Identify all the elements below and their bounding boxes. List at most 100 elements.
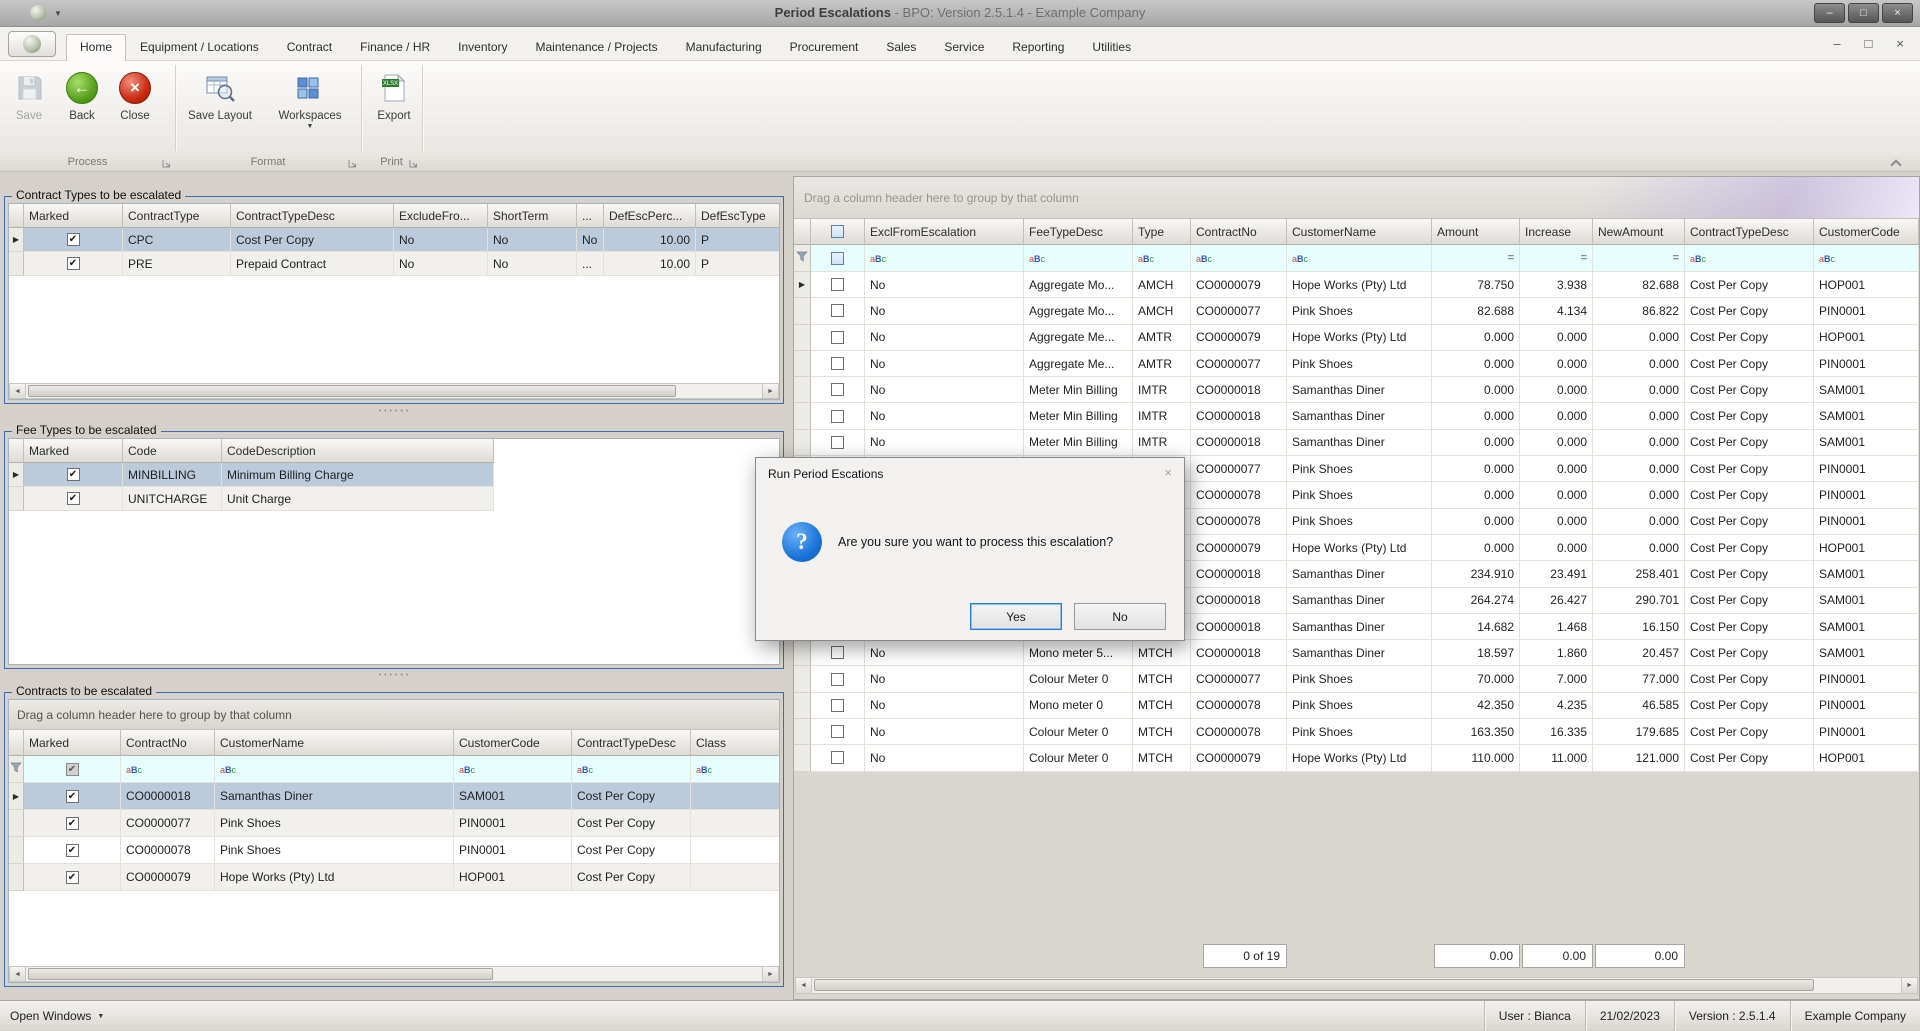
fee-type-row[interactable]: ▶✔MINBILLINGMinimum Billing Charge [9, 463, 494, 487]
cell-select[interactable] [811, 719, 865, 745]
filter-cell-select[interactable] [811, 245, 865, 272]
filter-cell-customername[interactable]: aBc [215, 756, 454, 783]
filter-cell-contracttypedesc[interactable]: aBc [1685, 245, 1814, 272]
open-windows-button[interactable]: Open Windows ▼ [10, 1001, 104, 1031]
checkbox-off[interactable] [831, 410, 844, 423]
contracts-hscrollbar[interactable]: ◄► [9, 966, 779, 982]
horizontal-splitter-grip[interactable]: •••••• [330, 672, 460, 679]
column-header-code[interactable]: Code [123, 439, 222, 463]
checkbox-off[interactable] [831, 357, 844, 370]
filter-cell-type[interactable]: aBc [1133, 245, 1191, 272]
filter-funnel-icon[interactable] [796, 251, 808, 265]
tab-reporting[interactable]: Reporting [998, 34, 1078, 61]
cell-marked[interactable]: ✔ [24, 487, 123, 511]
column-header-shortterm[interactable]: ShortTerm [488, 204, 577, 228]
tab-utilities[interactable]: Utilities [1078, 34, 1145, 61]
cell-marked[interactable]: ✔ [24, 864, 121, 891]
column-header-select-all[interactable] [811, 219, 865, 245]
mdi-minimize-button[interactable]: – [1833, 36, 1840, 51]
text-filter-icon[interactable]: aBc [1292, 251, 1308, 265]
back-button[interactable]: ← Back [58, 66, 106, 150]
tab-service[interactable]: Service [930, 34, 998, 61]
checkbox-on[interactable]: ✔ [66, 844, 79, 857]
escalation-row[interactable]: NoColour Meter 0MTCHCO0000079Hope Works … [794, 745, 1919, 771]
cell-marked[interactable]: ✔ [24, 783, 121, 810]
column-header-contractno[interactable]: ContractNo [1191, 219, 1287, 245]
cell-select[interactable] [811, 745, 865, 771]
column-header-contracttypedesc[interactable]: ContractTypeDesc [231, 204, 394, 228]
close-button[interactable]: × Close [110, 66, 160, 150]
checkbox-off[interactable] [831, 278, 844, 291]
cell-select[interactable] [811, 377, 865, 403]
filter-funnel-icon[interactable] [10, 762, 22, 776]
text-filter-icon[interactable]: aBc [220, 762, 236, 776]
mdi-restore-button[interactable]: □ [1865, 36, 1873, 51]
cell-select[interactable] [811, 693, 865, 719]
filter-cell-increase[interactable]: = [1520, 245, 1593, 272]
checkbox-on[interactable]: ✔ [66, 790, 79, 803]
text-filter-icon[interactable]: aBc [1196, 251, 1212, 265]
checkbox-off[interactable] [831, 331, 844, 344]
checkbox-on[interactable]: ✔ [67, 468, 80, 481]
tab-equipment-locations[interactable]: Equipment / Locations [126, 34, 273, 61]
checkbox-off[interactable] [831, 751, 844, 764]
contract-type-row[interactable]: ✔PREPrepaid ContractNoNo...10.00P [9, 252, 780, 276]
export-button[interactable]: XLSX Export [368, 66, 420, 150]
column-header-col[interactable]: ... [577, 204, 604, 228]
checkbox-on[interactable]: ✔ [67, 257, 80, 270]
fee-type-row[interactable]: ✔UNITCHARGEUnit Charge [9, 487, 494, 511]
column-header-customercode[interactable]: CustomerCode [454, 730, 572, 756]
checkbox-gray[interactable]: ✔ [66, 763, 79, 776]
filter-cell-exclfromescalation[interactable]: aBc [865, 245, 1024, 272]
numeric-filter-icon[interactable]: = [1673, 252, 1679, 264]
contract-types-hscrollbar[interactable]: ◄► [9, 383, 779, 399]
escalation-groupby-bar[interactable]: Drag a column header here to group by th… [794, 177, 1919, 219]
filter-cell-customercode[interactable]: aBc [1814, 245, 1919, 272]
cell-marked[interactable]: ✔ [24, 228, 123, 252]
scroll-left-icon[interactable]: ◄ [796, 978, 812, 993]
escalation-row[interactable]: NoMeter Min BillingIMTRCO0000018Samantha… [794, 377, 1919, 403]
scroll-thumb[interactable] [28, 385, 676, 397]
checkbox-off[interactable] [831, 304, 844, 317]
cell-select[interactable] [811, 351, 865, 377]
numeric-filter-icon[interactable]: = [1581, 252, 1587, 264]
tab-home[interactable]: Home [66, 34, 126, 61]
window-minimize-button[interactable]: – [1814, 3, 1845, 23]
column-header-contracttypedesc[interactable]: ContractTypeDesc [1685, 219, 1814, 245]
workspaces-dropdown-caret-icon[interactable]: ▼ [307, 123, 314, 130]
checkbox-off[interactable] [831, 725, 844, 738]
horizontal-splitter-grip[interactable]: •••••• [330, 408, 460, 415]
column-header-increase[interactable]: Increase [1520, 219, 1593, 245]
tab-procurement[interactable]: Procurement [776, 34, 873, 61]
cell-select[interactable] [811, 325, 865, 351]
filter-cell-contractno[interactable]: aBc [121, 756, 215, 783]
escalation-row[interactable]: NoMono meter 0MTCHCO0000078Pink Shoes42.… [794, 693, 1919, 719]
filter-cell-customername[interactable]: aBc [1287, 245, 1432, 272]
checkbox-blue[interactable] [831, 225, 844, 238]
column-header-defesctype[interactable]: DefEscType [696, 204, 780, 228]
checkbox-on[interactable]: ✔ [67, 492, 80, 505]
tab-contract[interactable]: Contract [273, 34, 346, 61]
scroll-thumb[interactable] [28, 968, 493, 980]
text-filter-icon[interactable]: aBc [696, 762, 712, 776]
text-filter-icon[interactable]: aBc [1690, 251, 1706, 265]
column-header-contracttype[interactable]: ContractType [123, 204, 231, 228]
cell-marked[interactable]: ✔ [24, 252, 123, 276]
cell-marked[interactable]: ✔ [24, 810, 121, 837]
checkbox-on[interactable]: ✔ [67, 233, 80, 246]
column-header-customercode[interactable]: CustomerCode [1814, 219, 1919, 245]
text-filter-icon[interactable]: aBc [577, 762, 593, 776]
column-header-contracttypedesc[interactable]: ContractTypeDesc [572, 730, 691, 756]
escalation-row[interactable]: NoMono meter 5...MTCHCO0000018Samanthas … [794, 640, 1919, 666]
column-header-contractno[interactable]: ContractNo [121, 730, 215, 756]
cell-select[interactable] [811, 403, 865, 429]
column-header-customername[interactable]: CustomerName [215, 730, 454, 756]
tab-inventory[interactable]: Inventory [444, 34, 521, 61]
application-menu-button[interactable] [8, 31, 56, 57]
text-filter-icon[interactable]: aBc [1029, 251, 1045, 265]
contract-row[interactable]: ▶✔CO0000018Samanthas DinerSAM001Cost Per… [9, 783, 780, 810]
column-header-marked[interactable]: Marked [24, 730, 121, 756]
filter-cell-contractno[interactable]: aBc [1191, 245, 1287, 272]
cell-marked[interactable]: ✔ [24, 837, 121, 864]
filter-cell-class[interactable]: aBc [691, 756, 780, 783]
